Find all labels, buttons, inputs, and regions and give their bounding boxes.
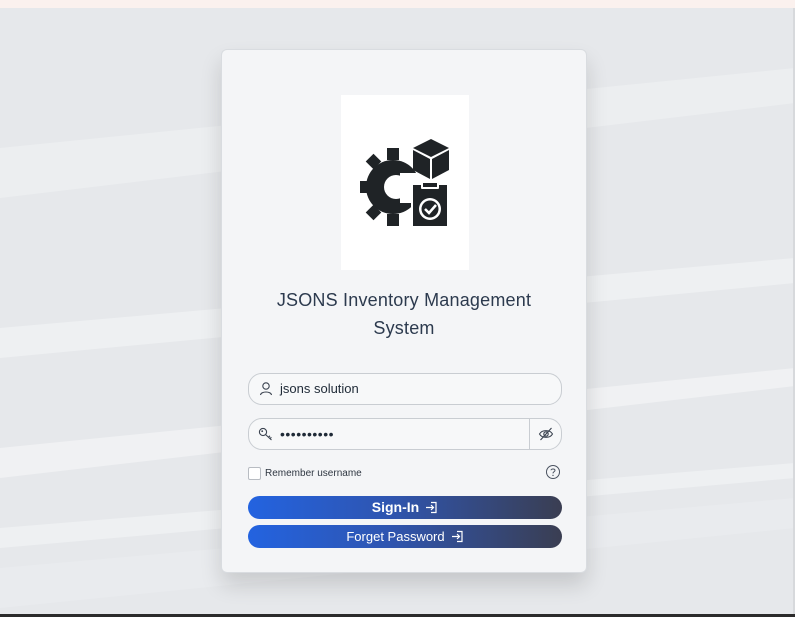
remember-checkbox[interactable] xyxy=(248,467,261,480)
password-input[interactable]: •••••••••• xyxy=(280,419,334,449)
question-circle-icon[interactable] xyxy=(545,464,561,480)
password-visibility-toggle[interactable] xyxy=(529,419,561,449)
login-card: JSONS Inventory Management System jsons … xyxy=(221,49,587,573)
sign-in-button[interactable]: Sign-In xyxy=(248,496,562,519)
sign-in-arrow-icon xyxy=(426,501,437,514)
app-title-line1: JSONS Inventory Management xyxy=(276,290,532,310)
sign-in-label: Sign-In xyxy=(371,499,420,515)
username-input[interactable]: jsons solution xyxy=(280,374,359,404)
username-field[interactable]: jsons solution xyxy=(248,373,562,405)
forget-password-label: Forget Password xyxy=(346,529,445,544)
key-icon xyxy=(258,427,272,441)
password-field[interactable]: •••••••••• xyxy=(248,418,562,450)
login-page: JSONS Inventory Management System jsons … xyxy=(0,0,795,617)
gear-box-clipboard-icon xyxy=(360,139,449,226)
app-logo xyxy=(341,95,469,270)
remember-label: Remember username xyxy=(265,468,362,479)
app-title: JSONS Inventory Management System xyxy=(242,286,566,342)
app-title-line2: System xyxy=(373,318,435,338)
user-icon xyxy=(259,382,273,396)
forget-password-button[interactable]: Forget Password xyxy=(248,525,562,548)
sign-in-arrow-icon xyxy=(451,530,463,543)
eye-slash-icon xyxy=(538,427,554,441)
top-strip xyxy=(0,0,795,8)
